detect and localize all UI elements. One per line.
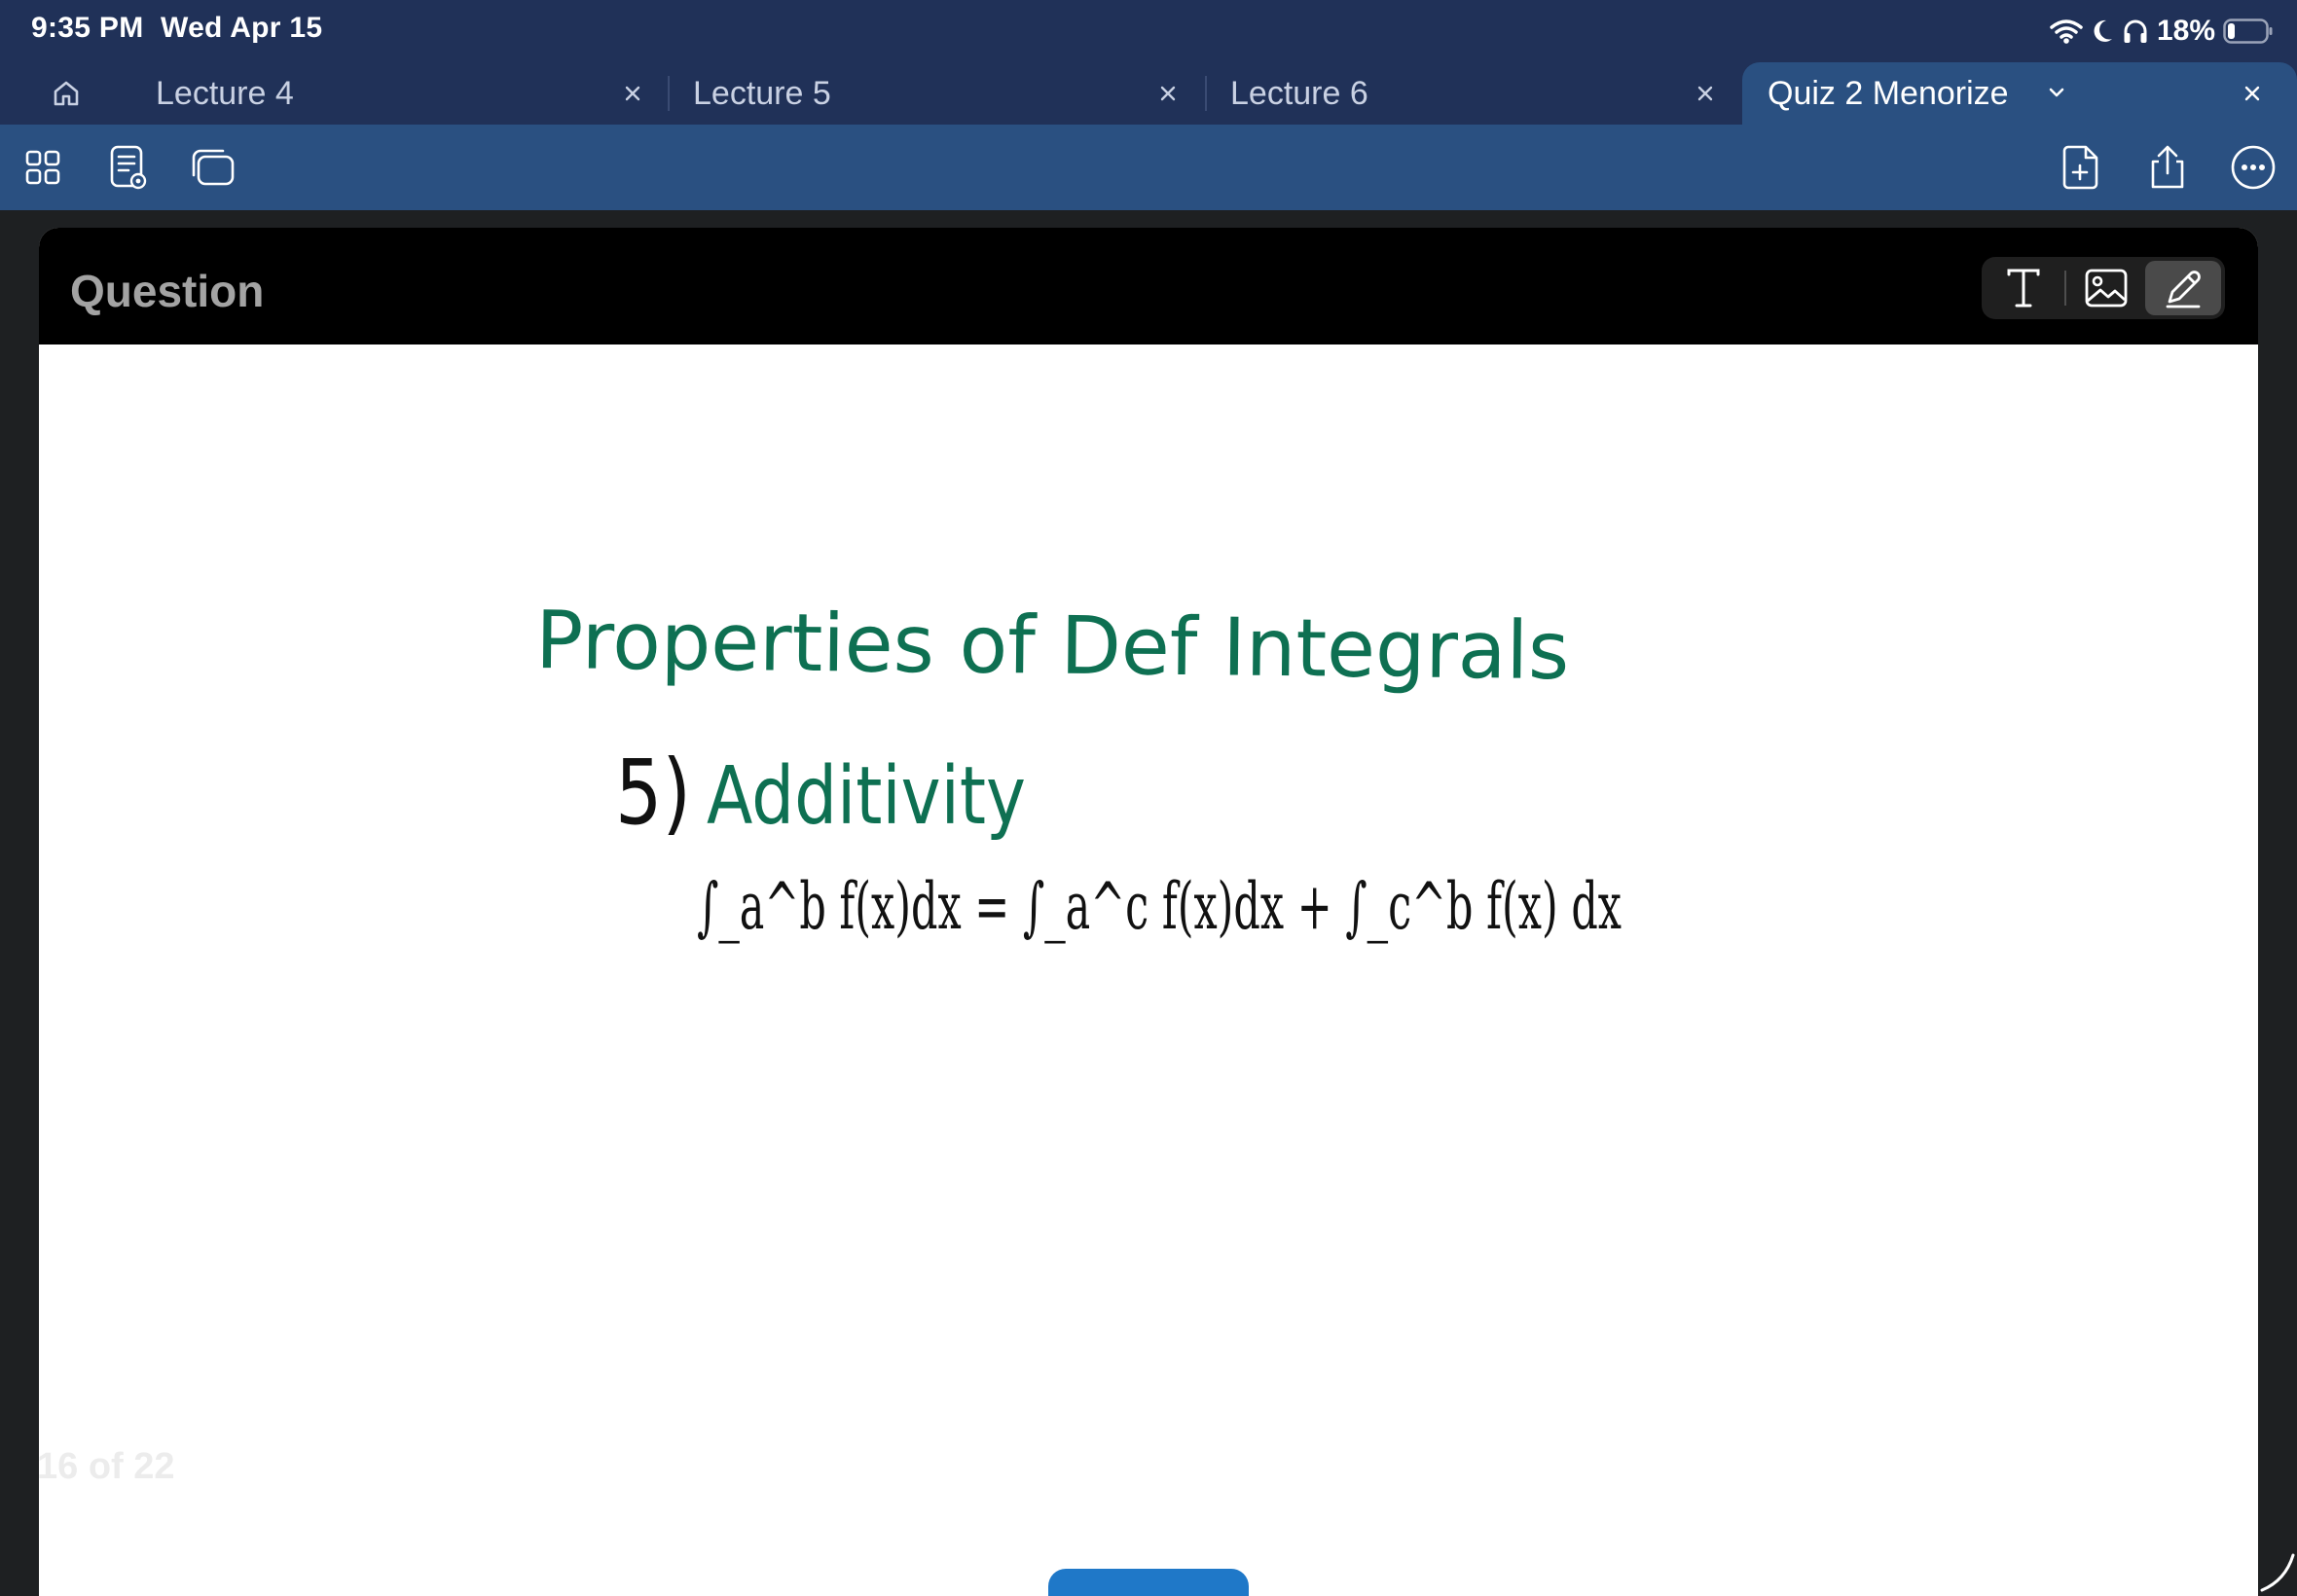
tab-label: Lecture 5 bbox=[693, 75, 831, 112]
card-title: Question bbox=[70, 266, 265, 316]
home-icon[interactable] bbox=[43, 74, 90, 113]
image-mode-icon[interactable] bbox=[2068, 261, 2144, 315]
handwritten-note: Properties of Def Integrals 5) Additivit… bbox=[535, 595, 1622, 944]
status-time: 9:35 PM bbox=[31, 12, 144, 44]
reveal-answer-button[interactable] bbox=[1048, 1569, 1249, 1596]
more-icon[interactable] bbox=[2230, 144, 2277, 191]
page-counter: 16 of 22 bbox=[39, 1446, 175, 1487]
wifi-icon bbox=[2050, 18, 2083, 45]
toolbar bbox=[0, 125, 2297, 210]
close-icon[interactable] bbox=[617, 78, 648, 109]
close-icon[interactable] bbox=[1690, 78, 1721, 109]
add-page-icon[interactable] bbox=[2059, 144, 2105, 191]
close-icon[interactable] bbox=[1152, 78, 1184, 109]
chevron-down-icon[interactable] bbox=[2046, 82, 2067, 108]
handwritten-item-title: Additivity bbox=[707, 750, 1026, 843]
tab-lecture-5[interactable]: Lecture 5 bbox=[693, 62, 1180, 125]
tab-bar: Lecture 4 Lecture 5 Lecture 6 Quiz 2 Men… bbox=[0, 62, 2297, 125]
moon-icon bbox=[2091, 18, 2114, 45]
headphones-icon bbox=[2122, 18, 2149, 45]
tab-lecture-4[interactable]: Lecture 4 bbox=[156, 62, 642, 125]
resize-handle-icon[interactable] bbox=[2256, 1538, 2297, 1596]
tab-label: Lecture 4 bbox=[156, 75, 294, 112]
tab-label: Quiz 2 Menorize bbox=[1768, 75, 2009, 112]
close-icon[interactable] bbox=[2237, 78, 2268, 109]
status-bar: 9:35 PM Wed Apr 15 18% bbox=[0, 0, 2297, 62]
status-date: Wed Apr 15 bbox=[161, 12, 323, 44]
handwritten-item-number: 5) bbox=[615, 741, 691, 845]
battery-icon bbox=[2223, 18, 2274, 44]
tab-lecture-6[interactable]: Lecture 6 bbox=[1230, 62, 1717, 125]
tab-quiz-2-menorize[interactable]: Quiz 2 Menorize bbox=[1742, 62, 2297, 125]
tab-divider bbox=[668, 76, 670, 111]
handwritten-heading: Properties of Def Integrals bbox=[535, 595, 1570, 698]
pen-mode-icon[interactable] bbox=[2145, 261, 2221, 315]
text-mode-icon[interactable] bbox=[1986, 261, 2061, 315]
battery-percent: 18% bbox=[2156, 15, 2215, 47]
handwritten-formula: ∫_a^b f(x)dx = ∫_a^c f(x)dx + ∫_c^b f(x)… bbox=[697, 869, 1622, 944]
card-header: Question bbox=[39, 228, 2258, 345]
tab-divider bbox=[1205, 76, 1207, 111]
note-preview-icon[interactable] bbox=[105, 144, 152, 191]
grid-icon[interactable] bbox=[19, 144, 66, 191]
cards-icon[interactable] bbox=[190, 144, 237, 191]
share-icon[interactable] bbox=[2144, 144, 2191, 191]
mode-divider bbox=[2064, 271, 2066, 306]
tab-label: Lecture 6 bbox=[1230, 75, 1368, 112]
status-indicators: 18% bbox=[2050, 12, 2274, 51]
question-card: Question Properties of Def Integrals 5) … bbox=[39, 228, 2258, 1596]
app-window: 9:35 PM Wed Apr 15 18% Lecture 4 Lecture… bbox=[0, 0, 2297, 1596]
input-mode-selector bbox=[1982, 257, 2225, 319]
